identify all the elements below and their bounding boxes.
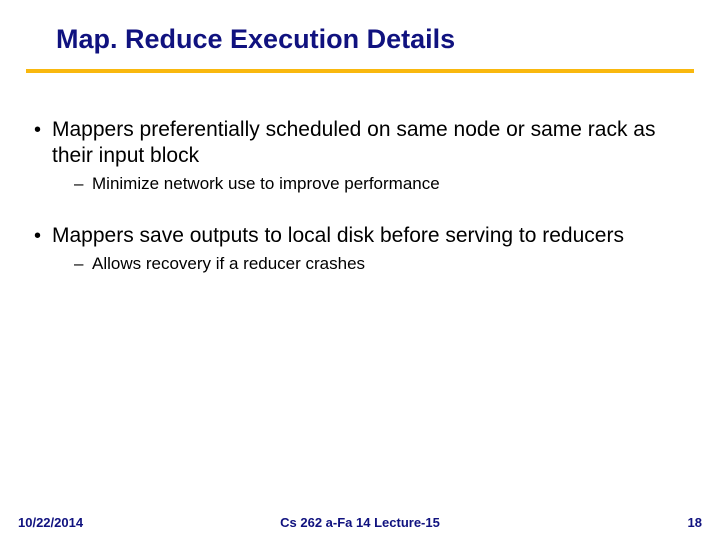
slide: Map. Reduce Execution Details • Mappers … xyxy=(0,0,720,540)
bullet-text: Mappers preferentially scheduled on same… xyxy=(52,117,690,169)
slide-title: Map. Reduce Execution Details xyxy=(0,24,720,69)
slide-content: • Mappers preferentially scheduled on sa… xyxy=(0,73,720,275)
bullet-item: • Mappers preferentially scheduled on sa… xyxy=(30,117,690,169)
dash-icon: – xyxy=(74,253,92,275)
sub-bullet-text: Allows recovery if a reducer crashes xyxy=(92,253,690,275)
bullet-item: • Mappers save outputs to local disk bef… xyxy=(30,223,690,249)
slide-footer: 10/22/2014 Cs 262 a-Fa 14 Lecture-15 18 xyxy=(0,515,720,530)
dash-icon: – xyxy=(74,173,92,195)
sub-bullet-item: – Minimize network use to improve perfor… xyxy=(74,173,690,195)
footer-page-number: 18 xyxy=(688,515,702,530)
bullet-dot-icon: • xyxy=(30,117,52,143)
sub-bullet-text: Minimize network use to improve performa… xyxy=(92,173,690,195)
footer-date: 10/22/2014 xyxy=(18,515,83,530)
bullet-dot-icon: • xyxy=(30,223,52,249)
sub-bullet-item: – Allows recovery if a reducer crashes xyxy=(74,253,690,275)
footer-lecture: Cs 262 a-Fa 14 Lecture-15 xyxy=(280,515,440,530)
bullet-text: Mappers save outputs to local disk befor… xyxy=(52,223,690,249)
